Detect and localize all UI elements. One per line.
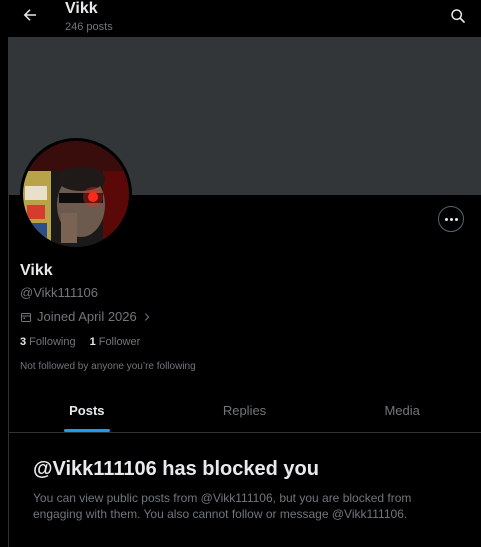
profile-name: Vikk — [20, 262, 53, 279]
following-count: 3 — [20, 336, 27, 348]
search-icon — [451, 9, 465, 23]
more-dot — [449, 217, 453, 221]
followers-count: 1 — [89, 336, 96, 348]
tab-replies[interactable]: Replies — [166, 388, 324, 432]
followers-link[interactable]: 1 Follower — [90, 336, 141, 348]
followed-status: Not followed by anyone you’re following — [20, 361, 196, 372]
more-dot — [444, 217, 448, 221]
arrow-left-icon — [23, 9, 36, 21]
more-dot — [454, 217, 458, 221]
calendar-icon — [21, 312, 31, 322]
post-count: 246 posts — [65, 21, 113, 33]
followers-label: Follower — [98, 336, 141, 348]
more-options-button[interactable] — [438, 206, 464, 232]
page-title: Vikk — [65, 0, 98, 17]
joined-date: Joined April 2026 — [20, 309, 152, 324]
follow-stats: 3 Following 1 Follower — [20, 336, 140, 348]
avatar[interactable] — [20, 138, 132, 250]
chevron-right-icon[interactable] — [142, 312, 152, 322]
blocked-message: You can view public posts from @Vikk1111… — [33, 491, 412, 521]
profile-tabs: Posts Replies Media — [8, 388, 481, 433]
profile-handle: @Vikk111106 — [20, 285, 99, 300]
tab-posts[interactable]: Posts — [8, 388, 166, 432]
back-button[interactable] — [18, 3, 42, 27]
avatar-image — [23, 141, 129, 247]
following-label: Following — [29, 336, 76, 348]
blocked-title: @Vikk111106 has blocked you — [33, 458, 319, 480]
search-button[interactable] — [447, 5, 469, 27]
tab-media[interactable]: Media — [323, 388, 481, 432]
joined-label: Joined April 2026 — [37, 309, 137, 324]
top-bar: Vikk 246 posts — [8, 0, 481, 37]
following-link[interactable]: 3 Following — [20, 336, 76, 348]
